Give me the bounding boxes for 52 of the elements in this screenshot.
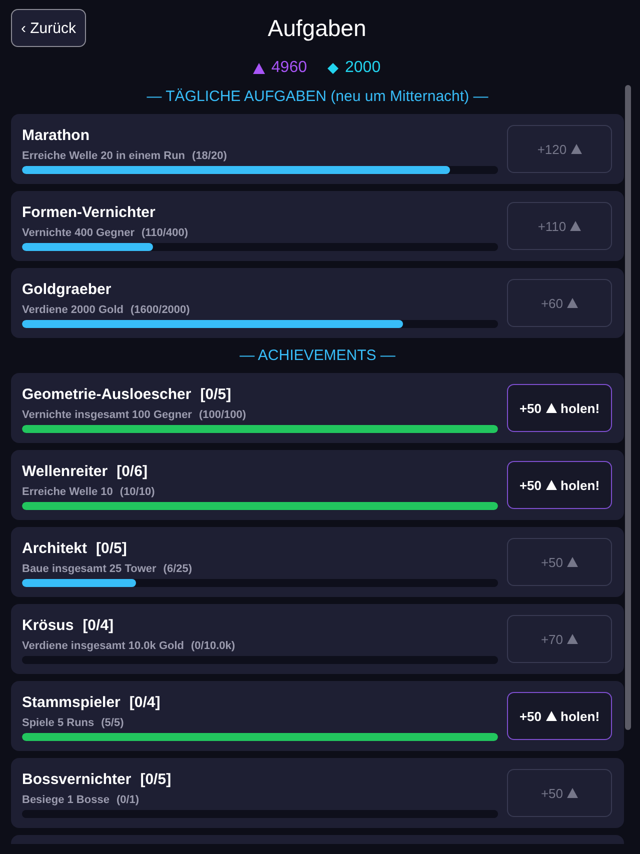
quest-counter: (5/5) xyxy=(101,716,124,730)
quest-description: Verdiene insgesamt 10.0k Gold xyxy=(22,638,184,652)
scrollbar-thumb[interactable] xyxy=(625,85,631,730)
section-heading: — TÄGLICHE AUFGABEN (neu um Mitternacht) — xyxy=(146,87,490,107)
quest-title: Marathon xyxy=(22,126,90,144)
quest-title: Architekt xyxy=(22,540,88,558)
tier-label: [0/5] xyxy=(96,540,127,558)
quest-counter: (100/100) xyxy=(198,408,246,422)
page-title: Aufgaben xyxy=(268,14,366,42)
quest-description: Besiege 1 Bosse xyxy=(22,792,110,806)
quest-counter: (6/25) xyxy=(163,562,192,576)
quest-counter: (10/10) xyxy=(120,484,155,498)
quest-description: Vernichte 400 Gegner xyxy=(22,226,134,240)
triangle-icon xyxy=(567,788,578,798)
triangle-icon xyxy=(546,711,557,721)
quest-title: Formen-Vernichter xyxy=(22,204,156,222)
reward-button[interactable]: +50 holen! xyxy=(507,692,612,740)
quest-counter: (0/1) xyxy=(116,792,140,806)
quest-description: Spiele 5 Runs xyxy=(22,716,94,730)
reward-button[interactable]: +50 holen! xyxy=(507,461,612,509)
currency-amount: 4960 xyxy=(271,58,307,78)
triangle-icon xyxy=(546,480,557,490)
quest-title: Krösus xyxy=(22,616,74,634)
triangle-icon xyxy=(546,403,557,413)
section-heading: — ACHIEVEMENTS — xyxy=(238,346,396,366)
tier-label: [0/6] xyxy=(116,462,148,480)
quest-title: Wellenreiter xyxy=(22,462,108,480)
tier-label: [0/4] xyxy=(82,616,114,634)
quest-description: Vernichte insgesamt 100 Gegner xyxy=(22,408,192,422)
quest-description: Baue insgesamt 25 Tower xyxy=(22,562,156,576)
quest-title: Bossvernichter xyxy=(22,770,132,788)
quest-description: Erreiche Welle 20 in einem Run xyxy=(22,148,186,162)
quest-title: Stammspieler xyxy=(22,694,120,712)
quest-counter: (1600/2000) xyxy=(130,302,190,316)
tier-label: [0/5] xyxy=(200,386,232,404)
quest-title: Geometrie-Ausloescher xyxy=(22,386,192,404)
tier-label: [0/4] xyxy=(129,694,160,712)
triangle-icon xyxy=(567,557,578,567)
reward-button[interactable]: +50 holen! xyxy=(507,384,612,432)
quest-counter: (18/20) xyxy=(192,148,227,162)
quest-counter: (110/400) xyxy=(142,226,188,240)
triangle-icon xyxy=(570,221,582,231)
quest-title: Goldgraeber xyxy=(22,280,112,298)
back-button[interactable]: ‹ Zurück xyxy=(11,9,86,47)
tier-label: [0/5] xyxy=(140,770,172,788)
quest-description: Verdiene 2000 Gold xyxy=(22,302,124,316)
quest-counter: (0/10.0k) xyxy=(191,638,236,652)
currency-amount: 2000 xyxy=(345,58,381,78)
triangle-icon xyxy=(570,144,582,154)
quest-description: Erreiche Welle 10 xyxy=(22,484,113,498)
triangle-icon xyxy=(567,634,578,644)
triangle-icon xyxy=(567,298,578,308)
